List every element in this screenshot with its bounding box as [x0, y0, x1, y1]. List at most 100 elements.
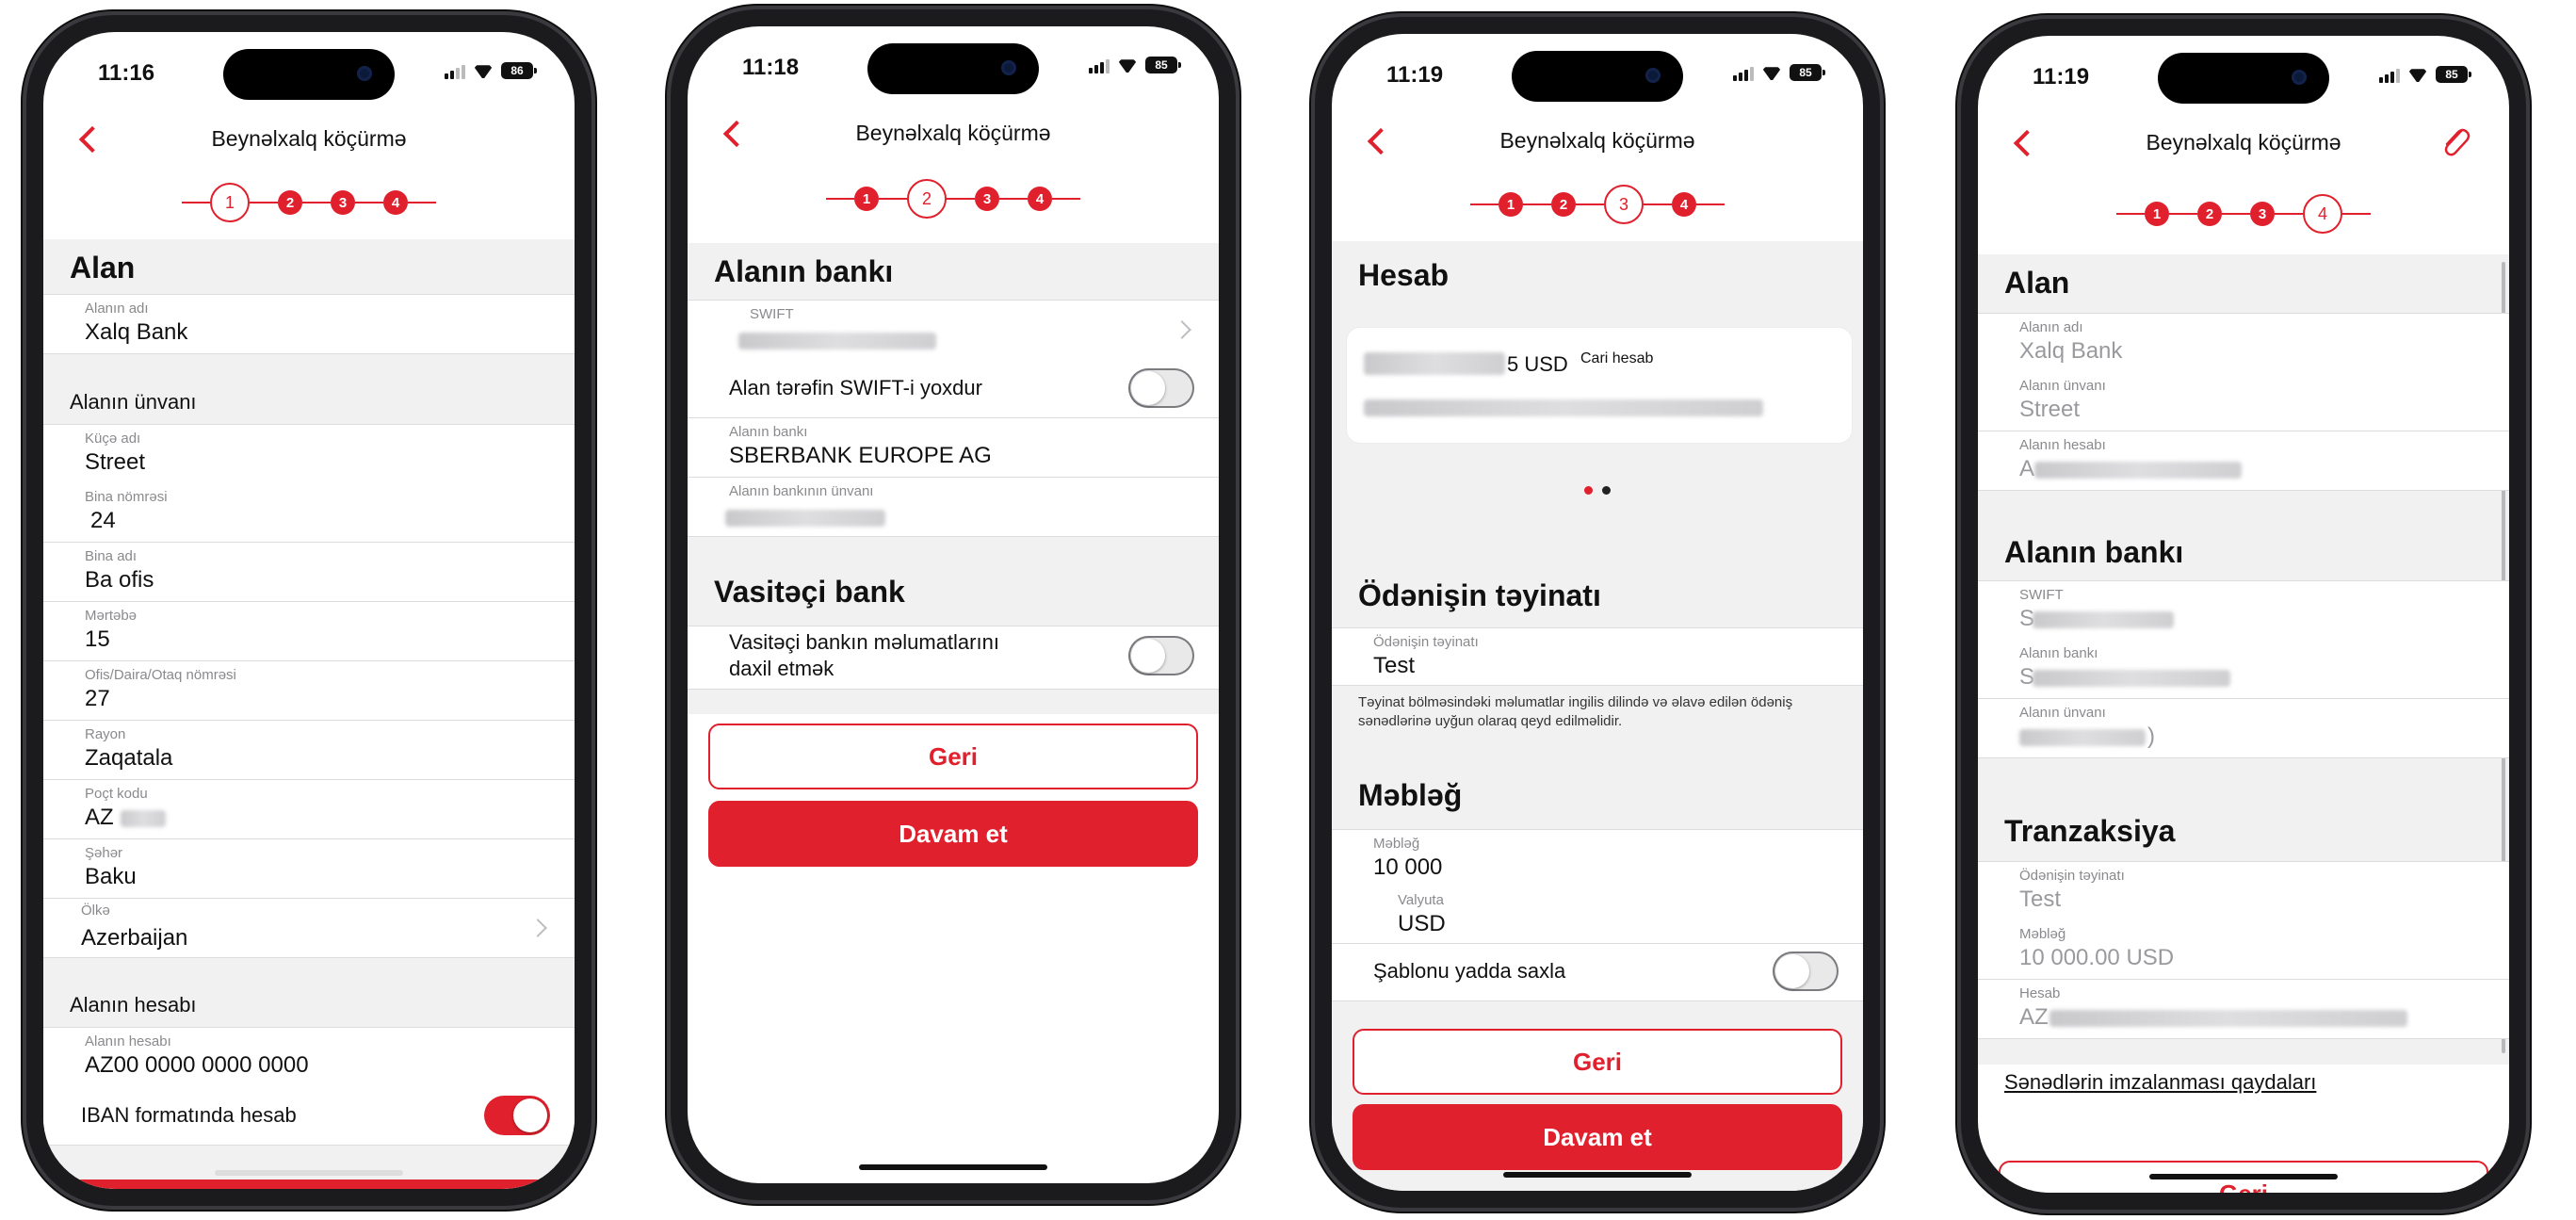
field-account[interactable]: Alanın hesabı AZ00 0000 0000 0000: [43, 1027, 575, 1087]
step-2: 2: [2197, 202, 2222, 226]
account-card[interactable]: 5 USD Cari hesab: [1347, 328, 1852, 443]
redacted-amount: [1364, 352, 1505, 375]
field-recipient-name[interactable]: Alanın adı Xalq Bank: [43, 294, 575, 354]
section-title-bank: Alanın bankı: [714, 254, 894, 288]
iban-toggle[interactable]: [484, 1096, 550, 1135]
continue-button-partial[interactable]: [70, 1179, 548, 1189]
battery-icon: 86: [501, 62, 537, 79]
continue-button[interactable]: Davam et: [1353, 1104, 1842, 1170]
field-label: Valyuta: [1398, 892, 1444, 908]
field-value: Street: [2019, 397, 2081, 422]
field-value: 15: [85, 626, 110, 652]
field-purpose[interactable]: Ödənişin təyinatı Test: [1332, 627, 1863, 686]
nav-bar: Beynəlxalq köçürmə: [43, 119, 575, 160]
redacted-value: [2033, 670, 2230, 687]
field-value: Azerbaijan: [81, 925, 188, 951]
home-indicator: [1503, 1172, 1692, 1178]
save-template-toggle[interactable]: [1773, 952, 1839, 991]
nav-bar: Beynəlxalq köçürmə: [688, 113, 1219, 155]
step-3: 3: [331, 190, 355, 215]
back-button[interactable]: Geri: [708, 724, 1198, 789]
section-title-account: Hesab: [1358, 258, 1450, 292]
field-value: Baku: [85, 864, 137, 889]
field-label: SWIFT: [2019, 587, 2064, 603]
field-label: Rayon: [85, 726, 126, 742]
field-city[interactable]: Şəhər Baku: [43, 839, 575, 899]
stepper: 1 2 3 4: [688, 179, 1219, 219]
paperclip-icon[interactable]: [2438, 122, 2471, 160]
summary-recipient-address: Alanın ünvanı Street: [1978, 372, 2509, 431]
pager-dot-active[interactable]: [1584, 486, 1593, 495]
field-label: Ödənişin təyinatı: [1373, 634, 1479, 650]
continue-button[interactable]: Davam et: [708, 801, 1198, 867]
step-1: 1: [854, 187, 879, 211]
phone-screen-step-4: 11:19 85 Beynəlxalq köçürmə 1 2 3 4 Alan…: [1957, 15, 2530, 1213]
home-indicator: [859, 1164, 1047, 1170]
field-building-name[interactable]: Bina adı Ba ofis: [43, 543, 575, 602]
home-indicator: [2149, 1174, 2338, 1179]
field-label: Ölkə: [81, 903, 110, 919]
field-label: Bina adı: [85, 548, 138, 564]
iban-toggle-row: IBAN formatında hesab: [43, 1086, 575, 1146]
chevron-right-icon: [1173, 320, 1191, 339]
field-label: Küçə adı: [85, 431, 141, 447]
intermediary-toggle[interactable]: [1128, 636, 1194, 675]
summary-purpose: Ödənişin təyinatı Test: [1978, 861, 2509, 921]
field-label: Bina nömrəsi: [85, 489, 168, 505]
field-label: Hesab: [2019, 985, 2061, 1001]
field-street[interactable]: Küçə adı Street: [43, 424, 575, 484]
redacted-value: [2034, 462, 2242, 479]
back-button[interactable]: Geri: [1353, 1029, 1842, 1095]
redacted-account-number: [1364, 399, 1763, 416]
screen: 11:16 86 Beynəlxalq köçürmə 1 2 3 4 Alan…: [43, 32, 575, 1189]
field-floor[interactable]: Mərtəbə 15: [43, 602, 575, 661]
phone-screen-step-2: 11:18 85 Beynəlxalq köçürmə 1 2 3 4 Alan…: [667, 6, 1239, 1204]
toggle-label: IBAN formatında hesab: [81, 1103, 297, 1127]
screen: 11:19 85 Beynəlxalq köçürmə 1 2 3 4 Alan…: [1978, 36, 2509, 1193]
redacted-value: [121, 810, 166, 827]
status-time: 11:19: [1386, 62, 1444, 88]
step-3: 3: [975, 187, 999, 211]
battery-icon: 85: [1790, 64, 1825, 81]
field-country[interactable]: Ölkə Azerbaijan: [43, 899, 575, 958]
field-bank-name[interactable]: Alanın bankı SBERBANK EUROPE AG: [688, 418, 1219, 478]
field-label: Alanın ünvanı: [2019, 705, 2106, 721]
pager-dot[interactable]: [1602, 486, 1611, 495]
field-value: 24: [90, 508, 116, 533]
account-amount-suffix: 5 USD: [1507, 352, 1568, 376]
stepper: 1 2 3 4: [1332, 185, 1863, 224]
stepper: 1 2 3 4: [1978, 194, 2509, 234]
toggle-label: Şablonu yadda saxla: [1373, 959, 1566, 983]
field-value: Xalq Bank: [85, 319, 188, 345]
toggle-label: daxil etmək: [729, 657, 834, 680]
redacted-value: [738, 333, 936, 350]
redacted-value: [2033, 611, 2174, 628]
field-district[interactable]: Rayon Zaqatala: [43, 721, 575, 780]
field-value: Ba ofis: [85, 567, 154, 593]
signal-icon: [445, 62, 465, 79]
step-1: 1: [1499, 192, 1523, 217]
field-office-number[interactable]: Ofis/Daira/Otaq nömrəsi 27: [43, 661, 575, 721]
signing-rules-link[interactable]: Sənədlərin imzalanması qaydaları: [2004, 1070, 2316, 1095]
field-building-number[interactable]: Bina nömrəsi 24: [43, 483, 575, 543]
status-time: 11:19: [2033, 64, 2090, 89]
status-bar: 11:18 85: [688, 55, 1219, 83]
summary-bank-address: Alanın ünvanı ): [1978, 699, 2509, 758]
field-value: AZ: [2019, 1004, 2049, 1030]
page-title: Beynəlxalq köçürmə: [1499, 128, 1695, 153]
step-3: 3: [1604, 185, 1644, 224]
field-label: Ofis/Daira/Otaq nömrəsi: [85, 667, 236, 683]
field-swift[interactable]: SWIFT: [688, 300, 1219, 360]
stepper: 1 2 3 4: [43, 183, 575, 222]
section-title-bank: Alanın bankı: [2004, 535, 2184, 569]
field-label: Alanın hesabı: [85, 1033, 171, 1049]
field-postal-code[interactable]: Poçt kodu AZ: [43, 780, 575, 839]
field-bank-address[interactable]: Alanın bankının ünvanı: [688, 478, 1219, 537]
field-amount[interactable]: Məbləğ 10 000: [1332, 829, 1863, 887]
pager-dots: [1332, 486, 1863, 495]
nav-bar: Beynəlxalq köçürmə: [1978, 122, 2509, 164]
field-label: Alanın adı: [2019, 319, 2083, 335]
field-currency[interactable]: Valyuta USD: [1332, 887, 1863, 944]
no-swift-toggle[interactable]: [1128, 368, 1194, 408]
redacted-value: [725, 510, 885, 527]
